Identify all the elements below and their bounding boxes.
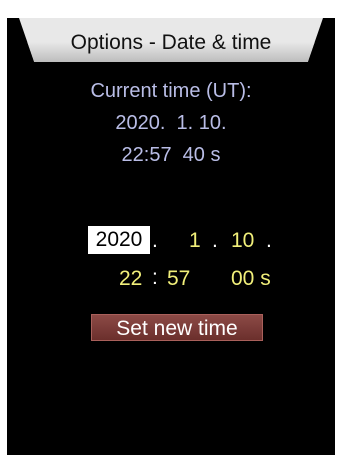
month-field[interactable]: 1 <box>189 227 201 254</box>
year-field[interactable]: 2020 <box>88 226 150 254</box>
month-separator: . <box>212 229 218 252</box>
hour-field[interactable]: 22 <box>119 265 142 292</box>
year-separator: . <box>152 229 158 252</box>
day-field[interactable]: 10 <box>231 227 254 254</box>
current-time-value: 22:57 40 s <box>121 144 221 166</box>
seconds-field[interactable]: 00 s <box>231 265 271 292</box>
minute-field[interactable]: 57 <box>167 265 190 292</box>
current-date-value: 2020. 1. 10. <box>115 112 227 134</box>
set-new-time-button[interactable]: Set new time <box>91 314 263 341</box>
page-title: Options - Date & time <box>70 31 272 54</box>
current-time-label: Current time (UT): <box>90 80 252 102</box>
day-separator: . <box>266 229 272 252</box>
device-screen: Options - Date & time Current time (UT):… <box>7 18 335 455</box>
hour-minute-separator: : <box>152 266 158 289</box>
